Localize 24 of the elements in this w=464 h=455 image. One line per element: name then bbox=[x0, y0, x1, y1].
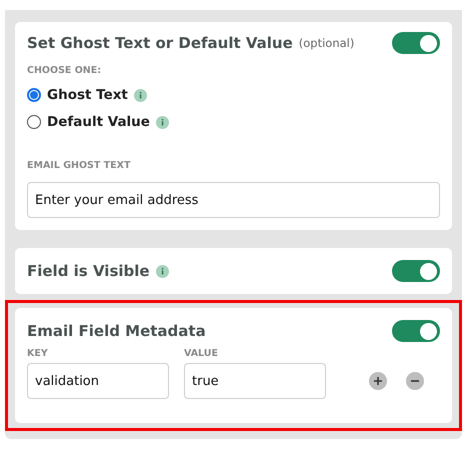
toggle-switch[interactable] bbox=[392, 320, 440, 342]
section-title: Email Field Metadata bbox=[27, 322, 206, 340]
radio-button[interactable] bbox=[27, 88, 41, 102]
info-icon[interactable] bbox=[156, 264, 169, 278]
toggle-switch[interactable] bbox=[392, 260, 440, 282]
toggle-switch[interactable] bbox=[392, 32, 440, 54]
ghost-text-field[interactable]: Enter your email address bbox=[27, 182, 440, 218]
value-field[interactable]: true bbox=[184, 363, 326, 399]
info-icon[interactable] bbox=[156, 116, 169, 128]
radio-label: Default Value bbox=[47, 114, 150, 130]
radio-label: Ghost Text bbox=[47, 87, 128, 103]
field-label: EMAIL GHOST TEXT bbox=[27, 160, 132, 171]
radio-button[interactable] bbox=[27, 115, 41, 129]
info-icon[interactable] bbox=[134, 88, 147, 102]
value-label: VALUE bbox=[184, 348, 219, 359]
add-button[interactable] bbox=[369, 372, 387, 390]
key-field[interactable]: validation bbox=[27, 363, 169, 399]
section-title: Set Ghost Text or Default Value bbox=[27, 34, 293, 52]
key-label: KEY bbox=[27, 348, 49, 359]
section-title: Field is Visible bbox=[27, 262, 150, 280]
choose-label: CHOOSE ONE: bbox=[27, 65, 102, 76]
optional-note: (optional) bbox=[298, 36, 354, 50]
remove-button[interactable] bbox=[406, 372, 424, 390]
plus-icon bbox=[373, 376, 383, 386]
